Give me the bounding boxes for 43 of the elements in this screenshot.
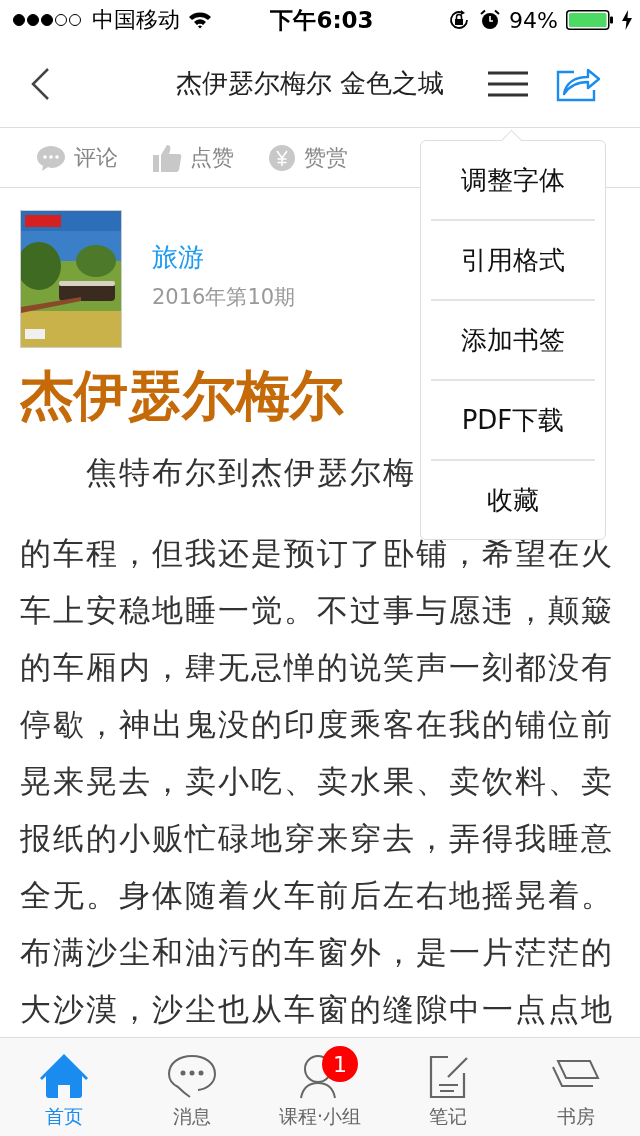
menu-item[interactable]: 引用格式 bbox=[431, 219, 595, 299]
article-text: 报纸的小贩忙碌地穿来穿去，弄得我睡意 bbox=[20, 819, 614, 858]
menu-item[interactable]: 收藏 bbox=[431, 459, 595, 539]
thumbs-up-icon bbox=[152, 142, 182, 173]
menu-item[interactable]: 调整字体 bbox=[431, 141, 595, 219]
speech-bubble-icon bbox=[168, 1053, 216, 1099]
tab-item[interactable]: 首页 bbox=[0, 1038, 128, 1136]
journal-name[interactable]: 旅游 bbox=[152, 240, 296, 275]
back-icon[interactable] bbox=[30, 66, 50, 101]
menu-item[interactable]: PDF下载 bbox=[431, 379, 595, 459]
nav-title: 杰伊瑟尔梅尔 金色之城 bbox=[176, 67, 445, 100]
battery-percent: 94% bbox=[509, 7, 558, 33]
article-text: 焦特布尔到杰伊瑟尔梅 bbox=[85, 453, 416, 492]
carrier-name: 中国移动 bbox=[92, 6, 180, 34]
article-text: 的车厢内，肆无忌惮的说笑声一刻都没有 bbox=[20, 648, 614, 687]
article-text: 晃来晃去，卖小吃、卖水果、卖饮料、卖 bbox=[20, 762, 614, 801]
action-label[interactable]: 评论 bbox=[74, 142, 118, 173]
alarm-icon bbox=[479, 9, 502, 31]
action-label[interactable]: 点赞 bbox=[190, 142, 234, 173]
speech-bubble-icon bbox=[36, 143, 66, 172]
tab-item[interactable]: 消息 bbox=[128, 1038, 256, 1136]
home-icon bbox=[39, 1053, 89, 1099]
menu-item[interactable]: 添加书签 bbox=[431, 299, 595, 379]
article-title: 杰伊瑟尔梅尔 bbox=[20, 363, 344, 429]
menu-icon[interactable] bbox=[488, 70, 529, 97]
battery-icon bbox=[566, 10, 614, 30]
article-text: 大沙漠，沙尘也从车窗的缝隙中一点点地 bbox=[20, 990, 614, 1029]
article-text: 车上安稳地睡一觉。不过事与愿违，颠簸 bbox=[20, 591, 614, 630]
journal-issue: 2016年第10期 bbox=[152, 284, 296, 311]
tab-item[interactable]: 书房 bbox=[512, 1038, 640, 1136]
article-text: 停歇，神出鬼没的印度乘客在我的铺位前 bbox=[20, 705, 614, 744]
action-label[interactable]: 赞赏 bbox=[304, 142, 348, 173]
wifi-icon bbox=[188, 11, 212, 29]
yen-coin-icon bbox=[268, 143, 296, 172]
tab-item[interactable]: 1 课程·小组 bbox=[256, 1038, 384, 1136]
count-badge: 1 bbox=[322, 1046, 358, 1082]
charging-icon bbox=[622, 10, 632, 30]
signal-icon bbox=[12, 13, 84, 27]
article-text: 全无。身体随着火车前后左右地摇晃着。 bbox=[20, 876, 614, 915]
clock-time: 下午6:03 bbox=[270, 5, 374, 35]
article-text: 布满沙尘和油污的车窗外，是一片茫茫的 bbox=[20, 933, 614, 972]
tab-item[interactable]: 笔记 bbox=[384, 1038, 512, 1136]
note-edit-icon bbox=[428, 1053, 468, 1099]
